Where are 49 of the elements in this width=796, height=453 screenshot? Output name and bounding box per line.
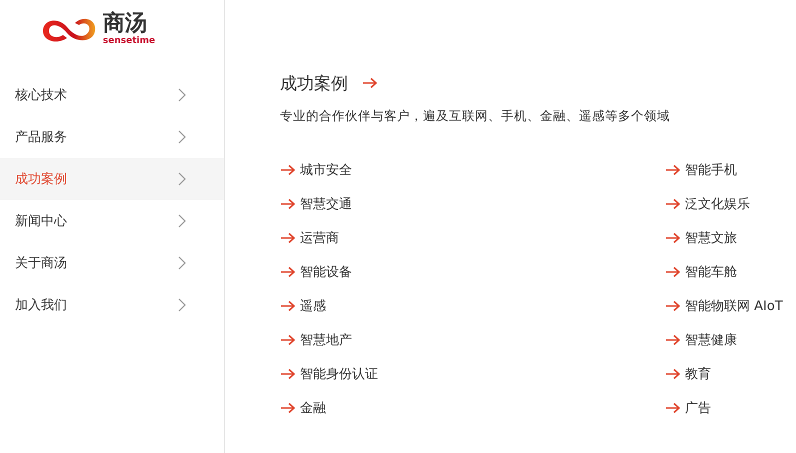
case-link[interactable]: 泛文化娱乐 xyxy=(685,195,750,213)
arrow-icon xyxy=(665,232,681,244)
chevron-icon xyxy=(177,298,187,312)
logo-name: 商汤 xyxy=(102,12,147,36)
chevron-icon xyxy=(177,256,187,270)
arrow-icon xyxy=(280,300,296,312)
arrow-icon xyxy=(665,164,681,176)
arrow-icon xyxy=(280,164,296,176)
arrow-icon xyxy=(665,368,681,380)
chevron-icon xyxy=(177,130,187,144)
case-link[interactable]: 智慧交通 xyxy=(300,195,352,213)
arrow-icon xyxy=(280,334,296,346)
case-link[interactable]: 智能身份认证 xyxy=(300,365,378,383)
sidebar-item[interactable]: 新闻中心 xyxy=(0,200,224,242)
case-link[interactable]: 广告 xyxy=(685,399,711,417)
arrow-icon xyxy=(280,232,296,244)
case-link[interactable]: 智慧文旅 xyxy=(685,229,737,247)
arrow-icon xyxy=(665,198,681,210)
case-link[interactable]: 金融 xyxy=(300,399,326,417)
sidebar-item[interactable]: 加入我们 xyxy=(0,284,224,326)
sidebar-item[interactable]: 产品服务 xyxy=(0,116,224,158)
arrow-icon xyxy=(665,334,681,346)
case-link[interactable]: 智慧健康 xyxy=(685,331,737,349)
case-link[interactable]: 智能车舱 xyxy=(685,263,737,281)
logo-subtitle: sensetime xyxy=(102,36,156,46)
sidebar-item[interactable]: 成功案例 xyxy=(0,158,224,200)
sidebar-item[interactable]: 关于商汤 xyxy=(0,242,224,284)
case-link[interactable]: 智能物联网 AIoT xyxy=(685,297,783,315)
chevron-icon xyxy=(177,88,187,102)
arrow-icon xyxy=(280,266,296,278)
arrow-icon xyxy=(665,300,681,312)
chevron-icon xyxy=(177,172,187,186)
sidebar-item[interactable]: 核心技术 xyxy=(0,74,224,116)
case-link[interactable]: 运营商 xyxy=(300,229,339,247)
case-link[interactable]: 智能设备 xyxy=(300,263,352,281)
chevron-icon xyxy=(177,214,187,228)
case-link[interactable]: 智能手机 xyxy=(685,161,737,179)
case-link[interactable]: 遥感 xyxy=(300,297,326,315)
arrow-icon xyxy=(665,402,681,414)
arrow-icon xyxy=(665,266,681,278)
section-title: 成功案例 xyxy=(280,72,348,94)
arrow-icon xyxy=(280,368,296,380)
arrow-icon xyxy=(280,402,296,414)
section-description: 专业的合作伙伴与客户，遍及互联网、手机、金融、遥感等多个领域 xyxy=(280,108,671,125)
case-link[interactable]: 智慧地产 xyxy=(300,331,352,349)
arrow-icon xyxy=(280,198,296,210)
arrow-icon xyxy=(362,77,378,89)
case-link[interactable]: 教育 xyxy=(685,365,711,383)
case-link[interactable]: 城市安全 xyxy=(300,161,352,179)
